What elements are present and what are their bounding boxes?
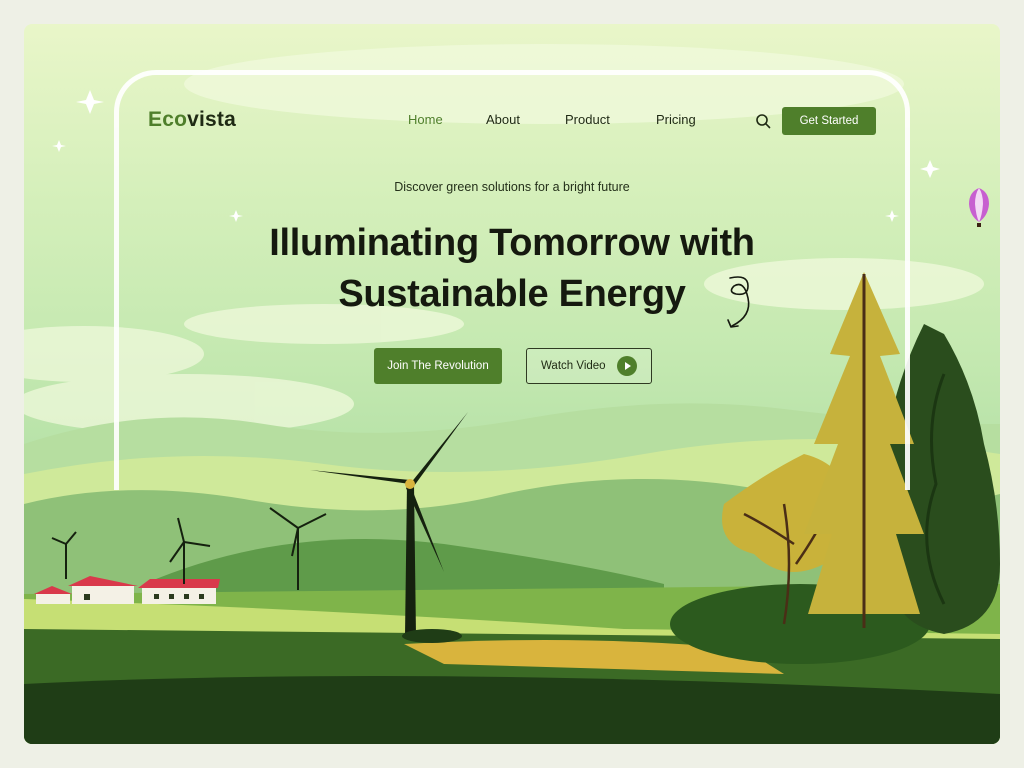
play-icon: [617, 356, 637, 376]
nav-item-product[interactable]: Product: [565, 112, 610, 127]
hero-headline-line1: Illuminating Tomorrow with: [269, 222, 755, 264]
hero-headline-line2: Sustainable Energy: [338, 273, 686, 315]
join-revolution-button[interactable]: Join The Revolution: [374, 348, 502, 384]
watch-video-label: Watch Video: [541, 360, 606, 372]
nav-item-home[interactable]: Home: [408, 112, 443, 127]
swirl-arrow-icon: [727, 276, 750, 328]
hero-tagline: Discover green solutions for a bright fu…: [394, 180, 630, 194]
brand-logo-part2: vista: [187, 108, 236, 131]
nav-item-about[interactable]: About: [486, 112, 520, 127]
hero-card: Ecovista Home About Product Pricing Get …: [24, 24, 1000, 744]
get-started-button[interactable]: Get Started: [782, 107, 876, 135]
brand-logo[interactable]: Ecovista: [148, 108, 236, 132]
brand-logo-part1: Eco: [148, 108, 188, 131]
watch-video-button[interactable]: Watch Video: [526, 348, 652, 384]
hero-headline: Illuminating Tomorrow with Sustainable E…: [24, 218, 1000, 320]
search-icon[interactable]: [755, 113, 771, 129]
nav-item-pricing[interactable]: Pricing: [656, 112, 696, 127]
